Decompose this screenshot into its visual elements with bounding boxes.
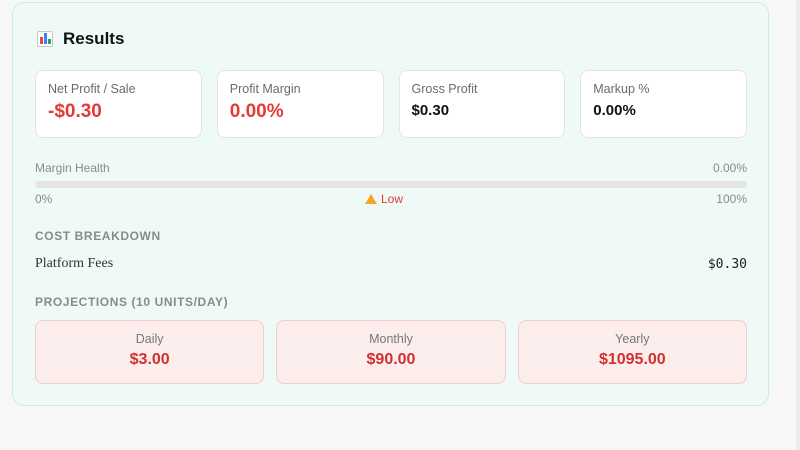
metric-card-profit-margin: Profit Margin 0.00%	[216, 70, 384, 138]
margin-health-header: Margin Health 0.00%	[35, 161, 747, 175]
projection-value: $90.00	[366, 351, 416, 368]
margin-health-label: Margin Health	[35, 161, 110, 175]
cost-row: Platform Fees $0.30	[35, 256, 747, 272]
projection-label: Monthly	[369, 332, 413, 346]
projection-value: $3.00	[129, 351, 170, 368]
metric-card-markup: Markup % 0.00%	[580, 70, 747, 138]
metric-card-net-profit: Net Profit / Sale -$0.30	[35, 70, 202, 138]
metric-value: -$0.30	[48, 101, 102, 122]
metric-card-gross-profit: Gross Profit $0.30	[398, 70, 566, 138]
metric-cards: Net Profit / Sale -$0.30 Profit Margin 0…	[35, 70, 747, 138]
metric-label: Profit Margin	[229, 82, 301, 96]
metric-value: $0.30	[411, 102, 450, 119]
projection-cards: Daily $3.00 Monthly $90.00 Yearly $1095.…	[35, 320, 747, 384]
scale-min-label: 0%	[35, 192, 53, 206]
projection-card-monthly: Monthly $90.00	[276, 320, 506, 384]
results-title: Results	[63, 29, 125, 48]
metric-value: 0.00%	[593, 102, 636, 119]
cost-breakdown-title: COST BREAKDOWN	[35, 229, 161, 243]
cost-name: Platform Fees	[35, 256, 114, 271]
projection-label: Yearly	[615, 332, 650, 346]
margin-health-bar	[35, 181, 747, 188]
results-panel: Results Net Profit / Sale -$0.30 Profit …	[12, 2, 769, 406]
window-edge	[796, 0, 800, 450]
cost-value: $0.30	[707, 256, 747, 272]
scale-max-label: 100%	[716, 192, 747, 206]
metric-label: Markup %	[593, 82, 650, 96]
metric-label: Net Profit / Sale	[48, 82, 136, 96]
margin-health-status-text: Low	[381, 192, 404, 206]
projection-label: Daily	[135, 332, 164, 346]
projections-title: PROJECTIONS (10 UNITS/DAY)	[35, 295, 229, 309]
projection-value: $1095.00	[598, 351, 666, 368]
projection-card-yearly: Yearly $1095.00	[517, 320, 747, 384]
metric-value: 0.00%	[229, 101, 284, 122]
results-header: Results	[37, 27, 124, 51]
metric-label: Gross Profit	[411, 82, 478, 96]
margin-health-value: 0.00%	[712, 161, 747, 175]
margin-health-status: Low	[365, 192, 403, 206]
projection-card-daily: Daily $3.00	[35, 320, 265, 384]
warning-icon	[365, 194, 377, 204]
bar-chart-icon	[37, 31, 53, 47]
